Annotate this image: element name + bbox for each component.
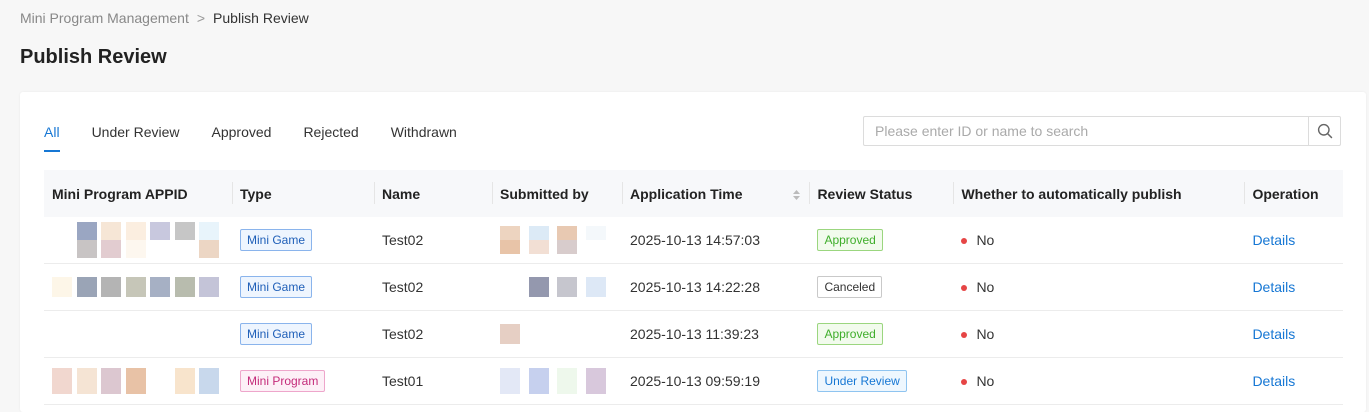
search-input[interactable] <box>864 117 1308 145</box>
details-link[interactable]: Details <box>1252 232 1295 248</box>
tab-approved[interactable]: Approved <box>212 122 272 152</box>
status-dot <box>961 332 968 339</box>
name-cell: Test02 <box>374 217 492 264</box>
operation-cell: Details <box>1244 217 1343 264</box>
type-cell: Mini Program <box>232 357 374 405</box>
type-tag: Mini Game <box>240 229 313 251</box>
details-link[interactable]: Details <box>1252 326 1295 342</box>
submitter-cell <box>492 217 622 264</box>
table-row: Mini Game Test02 2025-10-13 14:57:03 App… <box>44 217 1343 264</box>
type-cell: Mini Game <box>232 263 374 311</box>
type-cell: Mini Game <box>232 217 374 264</box>
name-cell: Test01 <box>374 357 492 405</box>
status-badge: Under Review <box>817 370 907 392</box>
tab-rejected[interactable]: Rejected <box>303 122 358 152</box>
col-appid: Mini Program APPID <box>44 170 232 217</box>
breadcrumb-separator: > <box>196 10 206 26</box>
status-tabs: All Under Review Approved Rejected Withd… <box>44 122 489 152</box>
col-submitted-by: Submitted by <box>492 170 622 217</box>
appid-cell <box>44 357 232 405</box>
status-badge: Canceled <box>817 276 883 298</box>
submitter-cell <box>492 357 622 405</box>
time-cell: 2025-10-13 14:57:03 <box>622 217 810 264</box>
type-cell: Mini Game <box>232 310 374 358</box>
tab-all[interactable]: All <box>44 122 60 152</box>
blurred-submitter <box>500 226 614 254</box>
col-type: Type <box>232 170 374 217</box>
content-card: All Under Review Approved Rejected Withd… <box>20 92 1366 412</box>
col-auto-publish: Whether to automatically publish <box>953 170 1245 217</box>
time-cell: 2025-10-13 09:59:19 <box>622 357 810 405</box>
name-cell: Test02 <box>374 310 492 358</box>
time-cell: 2025-10-13 14:22:28 <box>622 263 810 311</box>
breadcrumb: Mini Program Management > Publish Review <box>20 10 309 26</box>
submitter-cell <box>492 263 622 311</box>
type-tag: Mini Game <box>240 276 313 298</box>
details-link[interactable]: Details <box>1252 373 1295 389</box>
tab-withdrawn[interactable]: Withdrawn <box>391 122 457 152</box>
blurred-appid <box>52 277 224 297</box>
auto-publish-cell: No <box>953 217 1245 264</box>
appid-cell <box>44 217 232 264</box>
type-tag: Mini Game <box>240 323 313 345</box>
search-icon <box>1317 123 1332 139</box>
status-badge: Approved <box>817 323 883 345</box>
blurred-submitter <box>500 277 614 297</box>
breadcrumb-current: Publish Review <box>213 10 309 26</box>
search-box <box>863 116 1341 146</box>
status-cell: Under Review <box>809 357 954 405</box>
operation-cell: Details <box>1244 263 1343 311</box>
search-button[interactable] <box>1308 117 1340 145</box>
blurred-appid <box>52 222 224 258</box>
blurred-appid <box>52 368 224 394</box>
status-dot <box>961 379 968 386</box>
status-cell: Approved <box>809 217 954 264</box>
review-table: Mini Program APPID Type Name Submitted b… <box>44 170 1343 405</box>
status-dot <box>961 285 968 292</box>
name-cell: Test02 <box>374 263 492 311</box>
auto-publish-cell: No <box>953 357 1245 405</box>
table-header-row: Mini Program APPID Type Name Submitted b… <box>44 170 1343 217</box>
appid-cell <box>44 310 232 358</box>
operation-cell: Details <box>1244 310 1343 358</box>
table-row: Mini Game Test02 2025-10-13 14:22:28 Can… <box>44 263 1343 311</box>
status-badge: Approved <box>817 229 883 251</box>
submitter-cell <box>492 310 622 358</box>
status-dot <box>961 238 968 245</box>
page-title: Publish Review <box>20 46 167 68</box>
status-cell: Canceled <box>809 263 954 311</box>
status-cell: Approved <box>809 310 954 358</box>
auto-publish-cell: No <box>953 310 1245 358</box>
col-name: Name <box>374 170 492 217</box>
time-cell: 2025-10-13 11:39:23 <box>622 310 810 358</box>
operation-cell: Details <box>1244 357 1343 405</box>
auto-publish-cell: No <box>953 263 1245 311</box>
table-row: Mini Game Test02 2025-10-13 11:39:23 App… <box>44 310 1343 358</box>
col-operation: Operation <box>1244 170 1343 217</box>
table-row: Mini Program Test01 2025-10-13 09:59:19 … <box>44 357 1343 405</box>
appid-cell <box>44 263 232 311</box>
blurred-submitter <box>500 324 614 344</box>
tab-under-review[interactable]: Under Review <box>92 122 180 152</box>
sort-icon[interactable] <box>792 189 801 201</box>
blurred-submitter <box>500 368 614 394</box>
col-application-time[interactable]: Application Time <box>622 170 810 217</box>
details-link[interactable]: Details <box>1252 279 1295 295</box>
col-review-status: Review Status <box>809 170 954 217</box>
breadcrumb-parent[interactable]: Mini Program Management <box>20 10 189 26</box>
type-tag: Mini Program <box>240 370 326 392</box>
